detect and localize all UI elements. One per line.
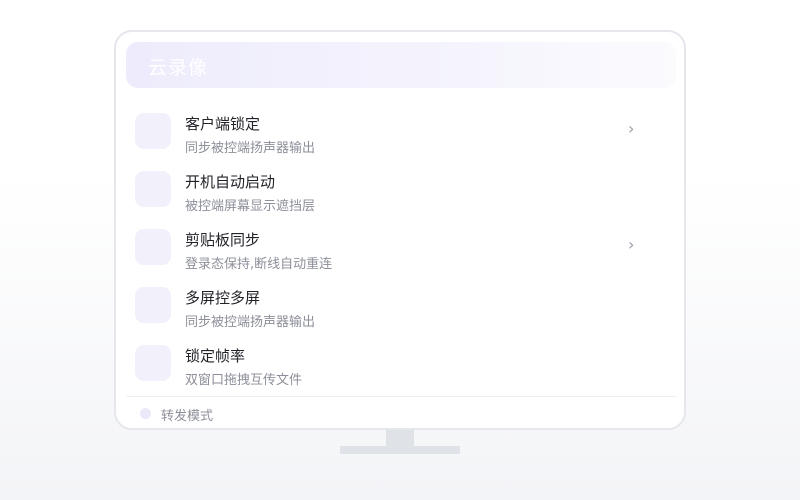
monitor-stand-neck — [386, 430, 414, 446]
header-title: 云录像 — [148, 57, 209, 79]
list-item-title: 锁定帧率 — [185, 347, 246, 365]
feature-icon — [135, 113, 171, 149]
feature-icon — [135, 171, 171, 207]
list-item-subtitle: 登录态保持,断线自动重连 — [185, 257, 333, 272]
list-item-title: 开机自动启动 — [185, 173, 276, 191]
list-item-subtitle: 同步被控端扬声器输出 — [185, 315, 316, 330]
footer-divider — [126, 396, 676, 397]
list-item-subtitle: 双窗口拖拽互传文件 — [185, 373, 303, 388]
list-item-title: 多屏控多屏 — [185, 289, 261, 307]
list-item-multi-screen[interactable]: 多屏控多屏 同步被控端扬声器输出 — [116, 276, 684, 334]
feature-icon — [135, 345, 171, 381]
list-item-subtitle: 同步被控端扬声器输出 — [185, 141, 316, 156]
list-item-title: 客户端锁定 — [185, 115, 261, 133]
list-item-title: 剪贴板同步 — [185, 231, 261, 249]
footer-label[interactable]: 转发模式 — [161, 405, 213, 424]
header-bar: 云录像 — [126, 42, 676, 88]
chevron-right-icon[interactable]: › — [628, 119, 634, 138]
feature-icon — [135, 287, 171, 323]
monitor-stand-base — [340, 446, 460, 454]
list-item-subtitle: 被控端屏幕显示遮挡层 — [185, 199, 316, 214]
list-item-clipboard-sync[interactable]: 剪贴板同步 登录态保持,断线自动重连 › — [116, 218, 684, 276]
list-item-lock-framerate[interactable]: 锁定帧率 双窗口拖拽互传文件 — [116, 334, 684, 392]
list-item-auto-start[interactable]: 开机自动启动 被控端屏幕显示遮挡层 — [116, 160, 684, 218]
status-dot-icon — [140, 408, 151, 419]
list-item-client-lock[interactable]: 客户端锁定 同步被控端扬声器输出 › — [116, 102, 684, 160]
monitor-frame: 云录像 客户端锁定 同步被控端扬声器输出 › 开机自动启动 被控端屏幕显示遮挡层… — [114, 30, 686, 430]
chevron-right-icon[interactable]: › — [628, 235, 634, 254]
feature-icon — [135, 229, 171, 265]
